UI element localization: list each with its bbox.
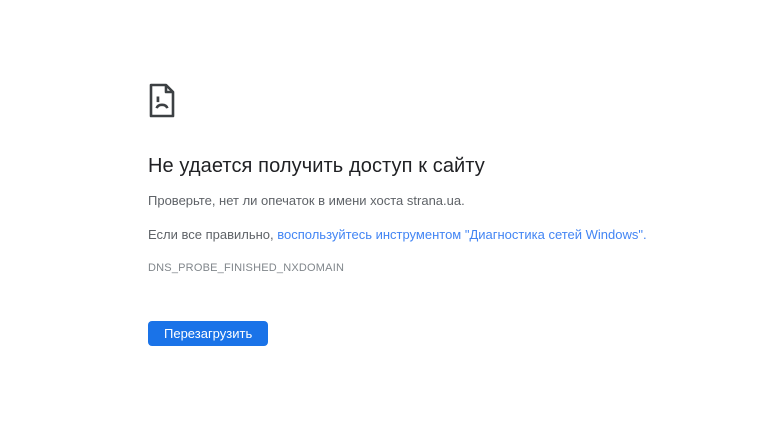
error-hint-diagnose: Если все правильно, воспользуйтесь инстр… <box>148 227 710 243</box>
sad-file-icon <box>148 83 176 118</box>
chrome-error-page: Не удается получить доступ к сайту Прове… <box>0 0 770 432</box>
error-title: Не удается получить доступ к сайту <box>148 155 485 177</box>
error-code: DNS_PROBE_FINISHED_NXDOMAIN <box>148 262 345 274</box>
reload-button[interactable]: Перезагрузить <box>148 321 269 346</box>
error-hint-diagnose-prefix: Если все правильно, <box>148 227 278 242</box>
network-diagnostics-link[interactable]: воспользуйтесь инструментом "Диагностика… <box>277 227 646 242</box>
error-hint-typo: Проверьте, нет ли опечаток в имени хоста… <box>148 193 465 208</box>
